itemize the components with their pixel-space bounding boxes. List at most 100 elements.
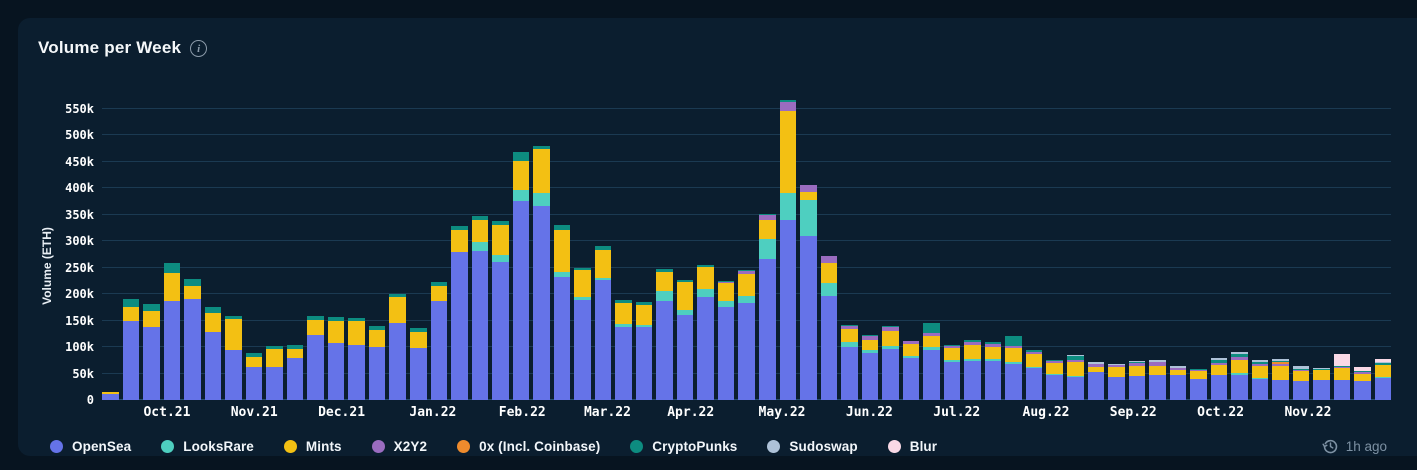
bar-week-35[interactable]: [800, 185, 817, 400]
bar-segment-opensea[interactable]: [820, 296, 838, 400]
bar-segment-cryptopunks[interactable]: [512, 151, 530, 161]
bar-segment-mints[interactable]: [574, 269, 591, 298]
bar-segment-opensea[interactable]: [409, 348, 427, 400]
bar-segment-mints[interactable]: [327, 320, 345, 344]
bar-week-45[interactable]: [1005, 335, 1022, 400]
bar-segment-mints[interactable]: [779, 110, 797, 194]
bar-segment-mints[interactable]: [1025, 353, 1043, 368]
bar-segment-mints[interactable]: [800, 192, 817, 201]
bar-segment-mints[interactable]: [451, 229, 468, 252]
bar-segment-mints[interactable]: [266, 349, 283, 368]
bar-segment-opensea[interactable]: [882, 349, 899, 400]
bar-segment-cryptopunks[interactable]: [1005, 335, 1022, 347]
bar-week-58[interactable]: [1272, 359, 1289, 400]
bar-segment-mints[interactable]: [1292, 371, 1310, 382]
bar-week-26[interactable]: [615, 299, 632, 400]
bar-segment-opensea[interactable]: [1272, 379, 1289, 400]
bar-segment-cryptopunks[interactable]: [122, 299, 140, 307]
bar-segment-cryptopunks[interactable]: [184, 279, 201, 287]
bar-segment-mints[interactable]: [1005, 347, 1022, 362]
bar-segment-opensea[interactable]: [635, 327, 653, 400]
bar-segment-mints[interactable]: [1231, 359, 1248, 374]
bar-week-36[interactable]: [820, 256, 838, 400]
bar-segment-opensea[interactable]: [1128, 376, 1146, 400]
bar-segment-opensea[interactable]: [984, 360, 1002, 400]
bar-segment-looksrare[interactable]: [759, 239, 776, 259]
bar-segment-opensea[interactable]: [163, 301, 181, 400]
bar-segment-mints[interactable]: [492, 224, 509, 255]
bar-week-34[interactable]: [779, 100, 797, 400]
bar-segment-mints[interactable]: [1272, 365, 1289, 380]
bar-segment-looksrare[interactable]: [471, 242, 489, 252]
bar-segment-opensea[interactable]: [574, 300, 591, 400]
bar-week-47[interactable]: [1046, 360, 1063, 400]
bar-segment-opensea[interactable]: [327, 343, 345, 400]
bar-week-29[interactable]: [676, 279, 694, 400]
bar-week-33[interactable]: [759, 213, 776, 400]
bar-week-25[interactable]: [594, 246, 612, 400]
bar-segment-opensea[interactable]: [122, 320, 140, 400]
legend-item-opensea[interactable]: OpenSea: [50, 439, 131, 454]
bar-segment-looksrare[interactable]: [512, 189, 530, 202]
bar-segment-mints[interactable]: [738, 273, 755, 297]
bar-week-7[interactable]: [225, 315, 242, 400]
bar-segment-opensea[interactable]: [1087, 372, 1105, 400]
bar-week-5[interactable]: [184, 279, 201, 400]
bar-segment-mints[interactable]: [409, 331, 427, 349]
bar-week-12[interactable]: [327, 317, 345, 400]
bar-week-53[interactable]: [1169, 366, 1187, 400]
bar-segment-mints[interactable]: [1210, 364, 1228, 375]
bar-segment-mints[interactable]: [163, 272, 181, 302]
bar-week-15[interactable]: [389, 293, 406, 400]
bar-segment-opensea[interactable]: [759, 259, 776, 400]
bar-segment-mints[interactable]: [471, 219, 489, 243]
bar-week-4[interactable]: [163, 263, 181, 400]
bar-segment-mints[interactable]: [923, 335, 940, 347]
bar-segment-opensea[interactable]: [1231, 374, 1248, 400]
legend-item-cryptopunks[interactable]: CryptoPunks: [630, 439, 737, 454]
bar-segment-opensea[interactable]: [368, 347, 386, 400]
bar-segment-opensea[interactable]: [861, 353, 879, 400]
bar-segment-mints[interactable]: [122, 306, 140, 321]
bar-week-59[interactable]: [1292, 366, 1310, 400]
bar-week-28[interactable]: [656, 268, 673, 400]
bar-week-61[interactable]: [1333, 353, 1351, 400]
bar-week-52[interactable]: [1149, 359, 1166, 400]
bar-segment-looksrare[interactable]: [656, 291, 673, 301]
bar-segment-looksrare[interactable]: [820, 282, 838, 297]
legend-item-sudoswap[interactable]: Sudoswap: [767, 439, 858, 454]
bar-segment-mints[interactable]: [1251, 365, 1269, 379]
bar-week-55[interactable]: [1210, 357, 1228, 400]
bar-segment-opensea[interactable]: [1251, 378, 1269, 400]
bar-segment-mints[interactable]: [204, 312, 222, 332]
bar-week-27[interactable]: [635, 301, 653, 400]
bar-week-1[interactable]: [102, 391, 119, 400]
bar-segment-mints[interactable]: [882, 330, 899, 346]
bar-segment-opensea[interactable]: [1149, 375, 1166, 400]
bar-segment-opensea[interactable]: [492, 262, 509, 400]
bar-segment-mints[interactable]: [759, 219, 776, 240]
bar-segment-x2y2[interactable]: [800, 185, 817, 193]
bar-segment-opensea[interactable]: [779, 219, 797, 400]
bar-segment-opensea[interactable]: [923, 349, 940, 400]
bar-segment-looksrare[interactable]: [800, 200, 817, 237]
bar-segment-opensea[interactable]: [800, 236, 817, 400]
legend-item-0x-incl-coinbase-[interactable]: 0x (Incl. Coinbase): [457, 439, 600, 454]
bar-segment-looksrare[interactable]: [779, 193, 797, 220]
bar-week-49[interactable]: [1087, 362, 1105, 400]
bar-week-50[interactable]: [1108, 363, 1125, 400]
bar-segment-opensea[interactable]: [266, 367, 283, 400]
bar-segment-opensea[interactable]: [738, 303, 755, 400]
bar-segment-opensea[interactable]: [225, 349, 242, 400]
bar-segment-mints[interactable]: [615, 303, 632, 325]
bar-segment-opensea[interactable]: [1190, 378, 1207, 400]
bar-segment-opensea[interactable]: [697, 296, 714, 400]
bar-segment-x2y2[interactable]: [779, 102, 797, 111]
bar-segment-opensea[interactable]: [1210, 375, 1228, 400]
bar-segment-cryptopunks[interactable]: [923, 323, 940, 333]
bar-week-62[interactable]: [1354, 367, 1371, 400]
bar-segment-mints[interactable]: [676, 282, 694, 310]
bar-segment-mints[interactable]: [225, 318, 242, 350]
bar-segment-opensea[interactable]: [594, 280, 612, 400]
bar-segment-opensea[interactable]: [307, 334, 324, 400]
